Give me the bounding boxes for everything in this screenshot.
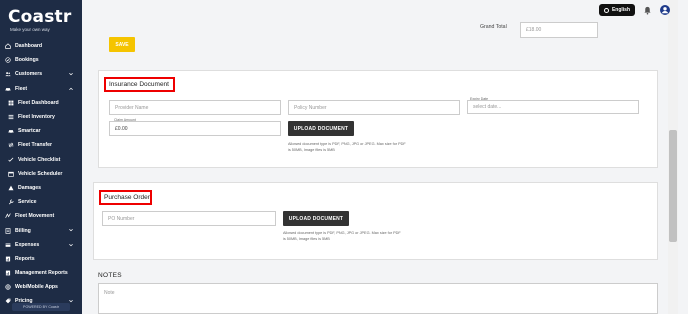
grand-total-field: £18.00 <box>520 22 598 38</box>
sidebar-item-fleet-inventory[interactable]: Fleet Inventory <box>0 110 82 124</box>
users-icon <box>5 71 11 77</box>
insurance-document-title: Insurance Document <box>104 77 175 92</box>
sidebar-item-label: Fleet Dashboard <box>18 99 59 106</box>
sidebar-item-label: Dashboard <box>15 43 43 50</box>
sidebar-item-label: Management Reports <box>15 270 68 277</box>
sidebar-item-label: Expenses <box>15 241 40 248</box>
grid-icon <box>8 100 14 106</box>
sidebar-item-label: Damages <box>18 184 42 191</box>
report-icon <box>5 256 11 262</box>
purchase-order-title: Purchase Order <box>99 190 152 205</box>
save-button[interactable]: SAVE <box>109 37 135 52</box>
policy-number-input[interactable]: Policy Number <box>288 100 460 115</box>
sidebar-item-label: Fleet Transfer <box>18 142 53 149</box>
sidebar-item-label: Vehicle Scheduler <box>18 170 63 177</box>
sidebar-item-reports[interactable]: Reports <box>0 252 82 266</box>
route-icon <box>5 213 11 219</box>
report-icon <box>5 270 11 276</box>
user-avatar-icon[interactable] <box>660 5 670 15</box>
po-upload-hint-line2: is 50MB, Image files is 5MB <box>283 237 330 241</box>
notes-textarea[interactable]: Note <box>98 283 658 314</box>
chevron-down-icon[interactable] <box>69 72 73 76</box>
chevron-down-icon[interactable] <box>69 243 73 247</box>
claim-amount-input[interactable]: £0.00 <box>109 121 281 136</box>
sidebar-item-label: Fleet Inventory <box>18 114 55 121</box>
insurance-document-card <box>98 70 658 168</box>
sidebar-item-fleet-movement[interactable]: Fleet Movement <box>0 209 82 223</box>
insurance-upload-document-button[interactable]: UPLOAD DOCUMENT <box>288 121 354 136</box>
sidebar-item-dashboard[interactable]: Dashboard <box>0 39 82 53</box>
po-number-input[interactable]: PO Number <box>102 211 276 226</box>
sidebar-item-label: Billing <box>15 227 31 234</box>
sidebar-item-service[interactable]: Service <box>0 195 82 209</box>
expiry-date-input[interactable]: select date... <box>467 100 639 114</box>
topbar-actions: English <box>598 3 670 17</box>
sidebar-item-label: Vehicle Checklist <box>18 156 61 163</box>
language-button[interactable]: English <box>598 4 635 16</box>
po-upload-document-button[interactable]: UPLOAD DOCUMENT <box>283 211 349 226</box>
sidebar-item-label: Fleet <box>15 85 28 92</box>
globe-icon <box>5 284 11 290</box>
sidebar-item-management-reports[interactable]: Management Reports <box>0 266 82 280</box>
brand-logo[interactable]: Coastr Make your own way <box>8 8 76 34</box>
warning-icon <box>8 185 14 191</box>
billing-icon <box>5 227 11 234</box>
check-circle-icon <box>5 57 11 63</box>
sidebar-item-web-mobile-apps[interactable]: Web/Mobile Apps <box>0 280 82 294</box>
sidebar: Coastr Make your own way Dashboard Bookin… <box>0 0 82 314</box>
sidebar-item-label: Customers <box>15 71 43 78</box>
bell-icon[interactable] <box>643 6 652 15</box>
sidebar-item-vehicle-scheduler[interactable]: Vehicle Scheduler <box>0 167 82 181</box>
sidebar-item-customers[interactable]: Customers <box>0 67 82 81</box>
insurance-upload-hint: Allowed document type is PDF, PNG, JPG o… <box>288 141 406 153</box>
provider-name-input[interactable]: Provider Name <box>109 100 281 115</box>
sidebar-item-fleet[interactable]: Fleet <box>0 82 82 96</box>
sidebar-item-fleet-transfer[interactable]: Fleet Transfer <box>0 138 82 152</box>
car-icon <box>8 128 14 134</box>
grand-total-label: Grand Total <box>480 24 507 30</box>
sidebar-item-fleet-dashboard[interactable]: Fleet Dashboard <box>0 96 82 110</box>
sidebar-item-expenses[interactable]: Expenses <box>0 238 82 252</box>
wrench-icon <box>8 199 14 205</box>
sidebar-item-billing[interactable]: Billing <box>0 223 82 237</box>
purchase-order-title-text: Purchase Order <box>104 194 150 201</box>
sidebar-item-label: Fleet Movement <box>15 213 55 220</box>
po-upload-hint: Allowed document type is PDF, PNG, JPG o… <box>283 230 401 242</box>
sidebar-nav: Dashboard Bookings Customers Fleet Fleet Das… <box>0 39 82 309</box>
calendar-icon <box>8 171 14 177</box>
sidebar-item-label: Bookings <box>15 57 39 64</box>
car-icon <box>5 86 11 92</box>
language-label: English <box>611 7 630 13</box>
sidebar-item-vehicle-checklist[interactable]: Vehicle Checklist <box>0 153 82 167</box>
sidebar-item-label: Smartcar <box>18 128 41 135</box>
home-icon <box>5 43 11 49</box>
chevron-down-icon[interactable] <box>69 228 73 232</box>
sidebar-item-smartcar[interactable]: Smartcar <box>0 124 82 138</box>
brand-tagline: Make your own way <box>10 27 50 32</box>
powered-by-badge: POWERED BY Coastr <box>12 303 70 311</box>
insurance-document-title-text: Insurance Document <box>109 81 169 88</box>
sidebar-item-label: Service <box>18 199 37 206</box>
expenses-icon <box>5 242 11 248</box>
transfer-icon <box>8 142 14 148</box>
sidebar-item-label: Reports <box>15 255 35 262</box>
sidebar-item-bookings[interactable]: Bookings <box>0 53 82 67</box>
chevron-up-icon[interactable] <box>69 87 73 91</box>
sidebar-item-damages[interactable]: Damages <box>0 181 82 195</box>
insurance-upload-hint-line2: is 50MB, Image files is 5MB <box>288 148 335 152</box>
chevron-down-icon[interactable] <box>69 299 73 303</box>
list-icon <box>8 114 14 120</box>
scrollbar-thumb[interactable] <box>669 130 677 242</box>
checklist-icon <box>8 157 14 163</box>
language-icon <box>603 7 609 13</box>
page-scrollbar[interactable] <box>668 0 678 314</box>
sidebar-item-label: Web/Mobile Apps <box>15 284 58 291</box>
notes-label: NOTES <box>98 272 122 279</box>
brand-name: Coastr <box>8 7 72 27</box>
pricing-icon <box>5 298 11 304</box>
